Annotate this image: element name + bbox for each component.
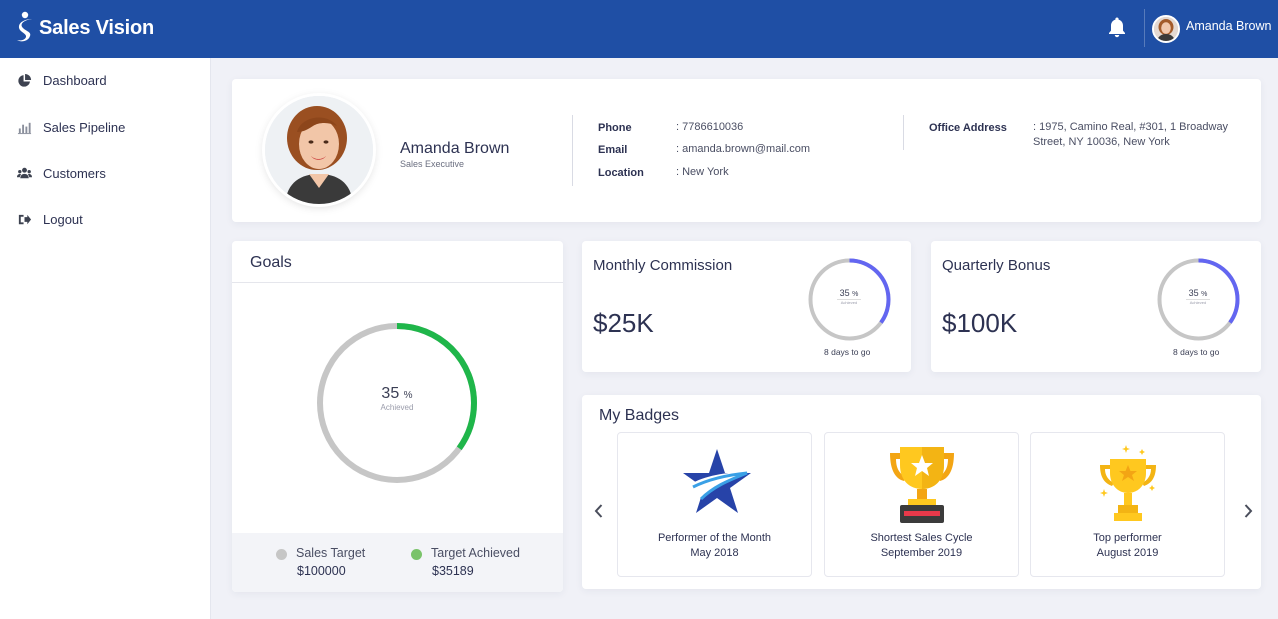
profile-photo: [265, 96, 373, 204]
badge-date: September 2019: [880, 547, 963, 559]
sidebar-item-label: Logout: [43, 211, 83, 227]
office-address-line2: Street, NY 10036, New York: [1033, 136, 1170, 148]
legend-target-value: $100000: [297, 564, 346, 578]
goals-achieved-label: Achieved: [380, 403, 414, 412]
user-name[interactable]: Amanda Brown: [1186, 19, 1271, 33]
legend-achieved-label: Target Achieved: [431, 546, 520, 560]
chevron-left-icon[interactable]: [591, 501, 607, 521]
sidebar: Dashboard Sales Pipeline Customers Logou…: [0, 58, 211, 619]
trophy-icon: [1099, 445, 1156, 521]
logo-icon: [17, 11, 32, 42]
divider: [232, 282, 563, 283]
sidebar-item-sales-pipeline[interactable]: Sales Pipeline: [0, 107, 211, 147]
avatar-image: [1154, 17, 1178, 41]
trophy-icon: [889, 447, 954, 523]
badges-title: My Badges: [599, 407, 680, 424]
sidebar-item-logout[interactable]: Logout: [0, 199, 211, 239]
profile-name: Amanda Brown: [400, 140, 510, 157]
chevron-right-icon[interactable]: [1240, 501, 1256, 521]
sign-out-icon: [18, 214, 32, 224]
sidebar-item-label: Dashboard: [43, 72, 107, 88]
profile-role: Sales Executive: [400, 159, 465, 169]
app-name: Sales Vision: [39, 16, 155, 39]
bonus-percent: 35 % Achieved: [1178, 288, 1218, 305]
goals-card: Goals 35 % Achieved Sales Target $100000…: [232, 241, 563, 592]
legend-dot-achieved: [411, 549, 422, 560]
office-address-line1: : 1975, Camino Real, #301, 1 Broadway: [1033, 121, 1229, 133]
divider: [903, 115, 904, 150]
badge-date: August 2019: [1096, 547, 1159, 559]
legend-target-label: Sales Target: [296, 546, 366, 560]
location-label: Location: [598, 167, 644, 179]
pie-chart-icon: [18, 73, 32, 87]
my-badges-card: My Badges Performer of the Month May 201…: [582, 395, 1261, 589]
office-address-label: Office Address: [929, 122, 1007, 134]
profile-card: Amanda Brown Sales Executive Phone : 778…: [232, 79, 1261, 222]
topbar-divider: [1144, 9, 1145, 47]
badge-date: May 2018: [690, 547, 739, 559]
profile-photo-image: [265, 96, 373, 204]
bell-icon[interactable]: [1107, 16, 1127, 38]
percent-sign: %: [1201, 291, 1208, 298]
divider: [572, 115, 573, 186]
bonus-title: Quarterly Bonus: [942, 257, 1051, 274]
top-bar: Sales Vision Amanda Brown: [0, 0, 1278, 58]
sidebar-item-label: Customers: [43, 165, 106, 181]
email-label: Email: [598, 144, 628, 156]
avatar[interactable]: [1152, 15, 1180, 43]
percent-sign: %: [852, 291, 859, 298]
commission-title: Monthly Commission: [593, 257, 733, 274]
bonus-percent-value: 35: [1188, 288, 1199, 298]
quarterly-bonus-card: Quarterly Bonus $100K 35 % Achieved 8 da…: [931, 241, 1261, 372]
bonus-amount: $100K: [942, 308, 1018, 338]
bonus-days-left: 8 days to go: [1173, 347, 1220, 357]
badge-title: Shortest Sales Cycle: [870, 532, 973, 544]
commission-achieved-label: Achieved: [837, 299, 861, 305]
badge-card[interactable]: Top performer August 2019: [1030, 432, 1225, 577]
badge-card[interactable]: Performer of the Month May 2018: [617, 432, 812, 577]
percent-sign: %: [403, 390, 413, 401]
badge-title: Top performer: [1093, 532, 1162, 544]
sidebar-item-label: Sales Pipeline: [43, 119, 126, 135]
phone-label: Phone: [598, 122, 632, 134]
commission-percent: 35 % Achieved: [829, 288, 869, 305]
star-icon: [682, 449, 751, 513]
goals-title: Goals: [250, 254, 292, 271]
sidebar-item-dashboard[interactable]: Dashboard: [0, 60, 211, 100]
phone-value: : 7786610036: [676, 121, 744, 133]
bar-chart-icon: [17, 122, 32, 134]
goals-percent: 35 % Achieved: [347, 385, 447, 412]
commission-percent-value: 35: [839, 288, 850, 298]
commission-days-left: 8 days to go: [824, 347, 871, 357]
commission-amount: $25K: [593, 308, 654, 338]
location-value: : New York: [676, 166, 729, 178]
badge-card[interactable]: Shortest Sales Cycle September 2019: [824, 432, 1019, 577]
email-value[interactable]: : amanda.brown@mail.com: [676, 142, 810, 157]
legend-dot-target: [276, 549, 287, 560]
legend-achieved-value: $35189: [432, 564, 474, 578]
users-icon: [17, 167, 32, 178]
app-logo[interactable]: Sales Vision: [16, 9, 154, 47]
goals-percent-value: 35: [381, 385, 400, 402]
sidebar-item-customers[interactable]: Customers: [0, 153, 211, 193]
monthly-commission-card: Monthly Commission $25K 35 % Achieved 8 …: [582, 241, 911, 372]
badge-title: Performer of the Month: [657, 532, 772, 544]
goals-legend: Sales Target $100000 Target Achieved $35…: [232, 533, 563, 592]
bonus-achieved-label: Achieved: [1186, 299, 1210, 305]
